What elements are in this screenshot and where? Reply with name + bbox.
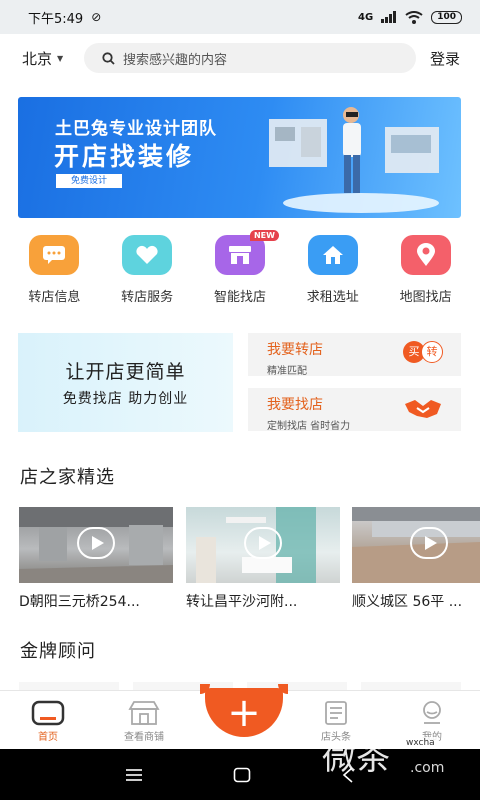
transfer-shop-card[interactable]: 我要转店 精准匹配 买 转	[248, 333, 461, 377]
tab-label: 查看商铺	[124, 732, 164, 743]
simplify-banner[interactable]: 让开店更简单 免费找店 助力创业	[18, 333, 233, 432]
search-placeholder: 搜索感兴趣的内容	[123, 52, 228, 68]
nav-label: 求租选址	[306, 290, 359, 305]
news-tab-icon	[325, 701, 347, 725]
profile-tab-icon	[423, 701, 441, 724]
main-content: 土巴兔专业设计团队 开店找装修 免费设计 转店信息 转店服务 NEW 智能找店 …	[0, 82, 480, 690]
transfer-icon: 转	[421, 341, 443, 363]
watermark-url: .com	[410, 760, 445, 776]
login-button[interactable]: 登录	[430, 48, 460, 69]
banner-subtitle: 土巴兔专业设计团队	[55, 119, 217, 139]
play-icon[interactable]	[244, 527, 282, 559]
city-label: 北京	[22, 49, 53, 68]
nav-map-search[interactable]: 地图找店	[384, 235, 468, 311]
tab-home[interactable]: 首页	[0, 691, 96, 749]
listing-card[interactable]: 转让昌平沙河附...	[186, 507, 340, 611]
watermark-tag: wxcha	[402, 737, 439, 749]
network-label: 4G	[358, 11, 374, 23]
search-input[interactable]: 搜索感兴趣的内容	[84, 43, 416, 73]
signal-icon	[381, 11, 397, 23]
city-selector[interactable]: 北京 ▼	[22, 48, 84, 69]
listing-card[interactable]: D朝阳三元桥254...	[19, 507, 173, 611]
shop-tab-icon	[128, 701, 160, 725]
play-icon[interactable]	[77, 527, 115, 559]
location-pin-icon	[400, 235, 451, 275]
featured-section-title: 店之家精选	[20, 467, 115, 488]
listing-title: 顺义城区 56平 ...	[352, 594, 463, 610]
search-icon	[102, 51, 115, 65]
heart-icon	[122, 235, 173, 275]
nav-rent-location[interactable]: 求租选址	[291, 235, 375, 311]
plus-icon: +	[227, 689, 261, 736]
nav-label: 地图找店	[399, 290, 452, 305]
advisors-section-title: 金牌顾问	[20, 641, 96, 662]
promo-subtitle: 免费找店 助力创业	[62, 391, 189, 407]
store-icon	[214, 235, 265, 275]
status-bar: 下午5:49 ⊘ 4G 100	[0, 0, 480, 34]
banner-title: 开店找装修	[54, 142, 195, 171]
listing-thumbnail	[352, 507, 480, 583]
promo-banner[interactable]: 土巴兔专业设计团队 开店找装修 免费设计	[18, 97, 461, 218]
nav-smart-search[interactable]: NEW 智能找店	[198, 230, 282, 311]
system-nav-bar	[0, 749, 480, 800]
advisor-card[interactable]	[361, 682, 461, 690]
mute-icon: ⊘	[91, 10, 102, 24]
tab-label: 首页	[38, 732, 58, 743]
handshake-icon	[405, 400, 441, 418]
featured-listings: D朝阳三元桥254... 转让昌平沙河附... 顺义城区 56平 ...	[19, 507, 480, 617]
battery-icon: 100	[431, 10, 462, 24]
promo-title: 让开店更简单	[65, 361, 186, 383]
nav-label: 智能找店	[213, 290, 266, 305]
tab-view-shops[interactable]: 查看商铺	[96, 691, 192, 749]
home-button-icon[interactable]	[233, 767, 251, 783]
nav-label: 转店服务	[121, 290, 174, 305]
nav-transfer-info[interactable]: 转店信息	[12, 235, 96, 311]
play-icon[interactable]	[410, 527, 448, 559]
free-design-button[interactable]: 免费设计	[56, 174, 122, 188]
advisor-card[interactable]	[19, 682, 119, 690]
listing-title: 转让昌平沙河附...	[186, 594, 298, 610]
app-header: 北京 ▼ 搜索感兴趣的内容 登录	[0, 34, 480, 82]
listing-title: D朝阳三元桥254...	[19, 594, 140, 610]
menu-icon[interactable]	[125, 768, 143, 782]
listing-card[interactable]: 顺义城区 56平 ...	[352, 507, 480, 611]
listing-thumbnail	[19, 507, 173, 583]
buy-transfer-icon: 买 转	[403, 341, 443, 363]
chat-icon	[29, 235, 80, 275]
nav-label: 转店信息	[28, 290, 81, 305]
caret-down-icon: ▼	[57, 53, 64, 63]
status-time: 下午5:49	[28, 11, 84, 27]
home-icon	[307, 235, 358, 275]
find-shop-card[interactable]: 我要找店 定制找店 省时省力	[248, 388, 461, 432]
nav-transfer-service[interactable]: 转店服务	[105, 235, 189, 311]
wifi-icon	[405, 10, 423, 24]
banner-illustration	[269, 107, 439, 213]
home-tab-icon	[31, 700, 65, 726]
watermark-logo: 微茶	[322, 738, 390, 778]
new-badge: NEW	[249, 230, 279, 241]
card-subtitle: 精准匹配	[267, 366, 307, 377]
listing-thumbnail	[186, 507, 340, 583]
category-nav: 转店信息 转店服务 NEW 智能找店 求租选址 地图找店	[0, 230, 480, 311]
